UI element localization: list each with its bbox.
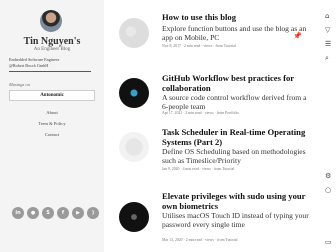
post-description: A source code control workflow derived f…	[162, 93, 307, 111]
bio: Embedded Software Engineer @Robert Bosch…	[9, 57, 91, 72]
bio-divider	[9, 71, 91, 72]
settings-icon[interactable]: ⚙	[325, 172, 331, 180]
post-thumbnail[interactable]	[119, 18, 149, 48]
site-title[interactable]: Tin Nguyen's	[0, 36, 104, 47]
linkedin-icon[interactable]: in	[12, 207, 24, 219]
post-meta: Mar 13, 2020 · 2 min read · views · from…	[162, 238, 238, 242]
post-title[interactable]: Elevate privileges with sudo using your …	[162, 191, 312, 211]
post-description: Define OS Scheduling based on methodolog…	[162, 147, 306, 165]
rss-icon[interactable]: )	[87, 207, 99, 219]
bio-line-2: @Robert Bosch GmbH	[9, 63, 49, 68]
post-item[interactable]: Elevate privileges with sudo using your …	[119, 191, 319, 250]
nav-about[interactable]: About	[0, 110, 104, 115]
post-meta: Jan 9, 2020 · 4 min read · views · from …	[162, 167, 235, 171]
post-title[interactable]: GitHub Workflow best practices for colla…	[162, 73, 312, 93]
post-item[interactable]: Task Scheduler in Real-time Operating Sy…	[119, 127, 319, 178]
post-description: Utilises macOS Touch ID instead of typin…	[162, 211, 309, 229]
right-toolbar: ⌂ ▽ ☰ ⌕ ⚙ ○ ▭	[322, 0, 336, 252]
post-thumbnail[interactable]	[119, 132, 149, 162]
facebook-icon[interactable]: f	[57, 207, 69, 219]
avatar[interactable]	[40, 10, 62, 32]
pin-icon: 📌	[293, 32, 302, 40]
circle-icon[interactable]: ○	[325, 186, 331, 194]
youtube-icon[interactable]: ▶	[72, 207, 84, 219]
post-title[interactable]: How to use this blog	[162, 12, 312, 23]
post-item[interactable]: How to use this blog Explore function bu…	[119, 12, 319, 63]
post-item[interactable]: GitHub Workflow best practices for colla…	[119, 73, 319, 120]
post-thumbnail[interactable]	[119, 78, 149, 108]
skype-icon[interactable]: S	[42, 207, 54, 219]
site-subtitle: An Engineer Blog	[33, 47, 71, 52]
filter-icon[interactable]: ▽	[325, 26, 330, 34]
post-title[interactable]: Task Scheduler in Real-time Operating Sy…	[162, 127, 312, 147]
language-select[interactable]: Autonomic	[9, 90, 95, 101]
social-links: in ● S f ▶ )	[12, 207, 99, 219]
nav-terms-policy[interactable]: Term & Policy	[0, 121, 104, 126]
sidebar: Tin Nguyen's An Engineer Blog Embedded S…	[0, 0, 104, 252]
musing-label: Musings on	[9, 82, 30, 87]
post-description: Explore function buttons and use the blo…	[162, 24, 307, 42]
search-icon[interactable]: ⌕	[325, 54, 329, 63]
nav-contact[interactable]: Contact	[0, 132, 104, 137]
menu-icon[interactable]: ☰	[325, 40, 331, 48]
post-thumbnail[interactable]	[119, 202, 149, 232]
post-meta: Nov 8, 2017 · 2 min read · views · from …	[162, 44, 236, 48]
github-icon[interactable]: ●	[27, 207, 39, 219]
home-icon[interactable]: ⌂	[325, 12, 329, 20]
post-meta: Apr 17, 2021 · 2 min read · views · from…	[162, 111, 239, 115]
comment-icon[interactable]: ▭	[325, 238, 332, 246]
